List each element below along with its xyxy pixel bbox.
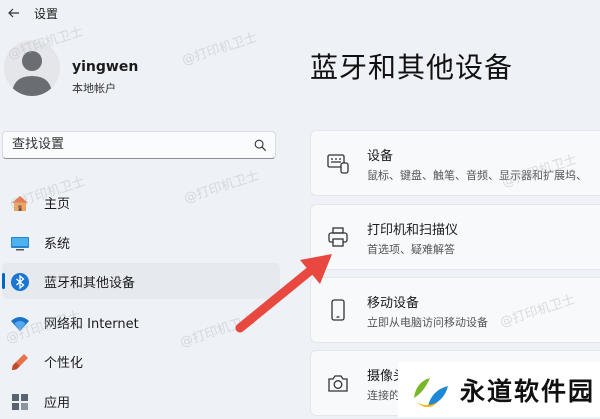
search-input[interactable] — [12, 137, 232, 152]
watermark: @打印机卫士 — [180, 30, 260, 69]
user-name: yingwen — [72, 59, 139, 75]
wifi-icon — [11, 317, 29, 331]
card-mobile-devices[interactable]: 移动设备 立即从电脑访问移动设备 — [310, 277, 600, 343]
title-bar: 设置 — [0, 0, 600, 26]
card-subtitle: 立即从电脑访问移动设备 — [367, 316, 488, 329]
search-box[interactable] — [2, 131, 276, 159]
card-printers-scanners[interactable]: 打印机和扫描仪 首选项、疑难解答 — [310, 204, 600, 270]
card-devices[interactable]: 设备 鼠标、键盘、触笔、音频、显示器和扩展坞、 — [310, 130, 600, 196]
app-title: 设置 — [34, 7, 59, 21]
nav-item-home[interactable]: 主页 — [2, 184, 280, 220]
home-icon — [12, 196, 28, 211]
account-type: 本地帐户 — [72, 82, 116, 95]
annotation-arrow-icon — [235, 254, 332, 333]
page-title: 蓝牙和其他设备 — [310, 51, 514, 84]
card-title: 打印机和扫描仪 — [367, 223, 459, 238]
brush-icon — [12, 354, 28, 370]
avatar[interactable] — [4, 40, 60, 96]
nav-label: 主页 — [44, 197, 71, 212]
card-subtitle: 首选项、疑难解答 — [367, 243, 455, 256]
back-arrow-icon[interactable] — [6, 5, 22, 21]
card-title: 设备 — [367, 149, 394, 164]
nav-label: 蓝牙和其他设备 — [44, 276, 136, 291]
card-subtitle: 鼠标、键盘、触笔、音频、显示器和扩展坞、 — [367, 169, 587, 182]
logo-text: 永道软件园 — [460, 377, 596, 406]
devices-icon — [327, 154, 349, 174]
nav-label: 应用 — [44, 396, 71, 411]
nav-label: 系统 — [44, 237, 71, 252]
system-icon — [11, 237, 29, 251]
camera-icon — [328, 375, 348, 392]
apps-icon — [12, 394, 28, 410]
brand-logo: 永道软件园 — [398, 362, 600, 417]
nav-label: 网络和 Internet — [44, 317, 139, 332]
card-subtitle: 连接的 — [367, 389, 400, 402]
nav-item-apps[interactable]: 应用 — [2, 383, 280, 419]
search-icon[interactable] — [254, 139, 267, 152]
user-avatar-icon — [12, 51, 52, 96]
nav-label: 个性化 — [44, 356, 84, 371]
nav-item-personalization[interactable]: 个性化 — [2, 343, 280, 379]
leaf-logo-icon — [414, 378, 448, 407]
active-indicator — [2, 273, 5, 289]
bluetooth-icon — [11, 273, 29, 291]
card-title: 移动设备 — [367, 296, 420, 311]
